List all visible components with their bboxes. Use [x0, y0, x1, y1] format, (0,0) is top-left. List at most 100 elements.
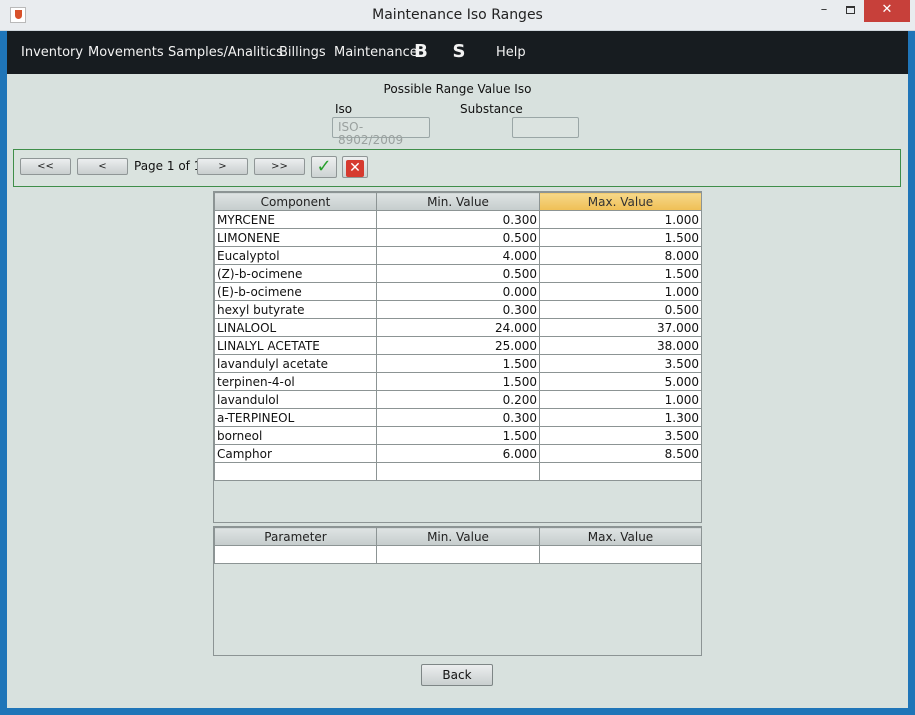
table-row[interactable]: hexyl butyrate 0.300 0.500 — [214, 300, 702, 319]
menu-inventory[interactable]: Inventory — [21, 45, 83, 60]
column-header-parameter[interactable]: Parameter — [214, 527, 377, 546]
table-row[interactable] — [214, 545, 702, 564]
component-cell[interactable] — [214, 462, 377, 481]
menu-samples-analitics[interactable]: Samples/Analitics — [168, 45, 283, 60]
max-value-cell[interactable]: 38.000 — [539, 336, 702, 355]
min-value-cell[interactable]: 25.000 — [376, 336, 540, 355]
max-value-cell[interactable]: 1.000 — [539, 390, 702, 409]
component-cell[interactable]: Eucalyptol — [214, 246, 377, 265]
component-cell[interactable]: Camphor — [214, 444, 377, 463]
component-cell[interactable]: terpinen-4-ol — [214, 372, 377, 391]
table-row[interactable]: lavandulyl acetate 1.500 3.500 — [214, 354, 702, 373]
table-row[interactable]: borneol 1.500 3.500 — [214, 426, 702, 445]
min-value-cell[interactable]: 0.300 — [376, 408, 540, 427]
substance-field[interactable] — [512, 117, 579, 138]
min-value-cell[interactable]: 0.500 — [376, 228, 540, 247]
component-cell[interactable]: lavandulyl acetate — [214, 354, 377, 373]
table-row[interactable]: Eucalyptol 4.000 8.000 — [214, 246, 702, 265]
s-logo-icon[interactable]: S — [451, 41, 467, 63]
last-page-button[interactable]: >> — [254, 158, 305, 175]
max-value-cell[interactable]: 0.500 — [539, 300, 702, 319]
maximize-icon — [846, 6, 855, 14]
table-row[interactable]: lavandulol 0.200 1.000 — [214, 390, 702, 409]
min-value-cell[interactable]: 0.300 — [376, 210, 540, 229]
table-row[interactable]: LIMONENE 0.500 1.500 — [214, 228, 702, 247]
menu-movements[interactable]: Movements — [88, 45, 164, 60]
page-indicator: Page 1 of 1 — [134, 159, 202, 173]
next-page-button[interactable]: > — [197, 158, 248, 175]
table-row[interactable]: (Z)-b-ocimene 0.500 1.500 — [214, 264, 702, 283]
maximize-button[interactable] — [837, 0, 864, 22]
component-cell[interactable]: borneol — [214, 426, 377, 445]
column-header-component[interactable]: Component — [214, 192, 377, 211]
minimize-button[interactable]: – — [811, 0, 837, 22]
min-value-cell[interactable]: 1.500 — [376, 372, 540, 391]
max-value-cell[interactable] — [539, 545, 702, 564]
min-value-cell[interactable]: 24.000 — [376, 318, 540, 337]
column-header-max-value[interactable]: Max. Value — [539, 527, 702, 546]
component-cell[interactable]: a-TERPINEOL — [214, 408, 377, 427]
b-logo-icon[interactable]: B — [413, 41, 429, 63]
min-value-cell[interactable]: 1.500 — [376, 426, 540, 445]
iso-field[interactable]: ISO-8902/2009 — [332, 117, 430, 147]
column-header-min-value[interactable]: Min. Value — [376, 192, 540, 211]
components-table: Component Min. Value Max. Value MYRCENE 0… — [213, 191, 702, 523]
component-cell[interactable]: lavandulol — [214, 390, 377, 409]
min-value-cell[interactable]: 0.500 — [376, 264, 540, 283]
max-value-cell[interactable]: 3.500 — [539, 426, 702, 445]
menu-billings[interactable]: Billings — [279, 45, 326, 60]
checkmark-icon: ✓ — [316, 156, 332, 177]
table-row[interactable]: Camphor 6.000 8.500 — [214, 444, 702, 463]
back-button[interactable]: Back — [421, 664, 493, 686]
max-value-cell[interactable]: 1.000 — [539, 210, 702, 229]
table-row[interactable] — [214, 462, 702, 481]
component-cell[interactable]: (E)-b-ocimene — [214, 282, 377, 301]
column-header-max-value[interactable]: Max. Value — [539, 192, 702, 211]
max-value-cell[interactable]: 1.000 — [539, 282, 702, 301]
max-value-cell[interactable]: 3.500 — [539, 354, 702, 373]
component-cell[interactable]: hexyl butyrate — [214, 300, 377, 319]
table-row[interactable]: LINALYL ACETATE 25.000 38.000 — [214, 336, 702, 355]
max-value-cell[interactable]: 1.500 — [539, 264, 702, 283]
max-value-cell[interactable]: 37.000 — [539, 318, 702, 337]
min-value-cell[interactable]: 6.000 — [376, 444, 540, 463]
table-row[interactable]: LINALOOL 24.000 37.000 — [214, 318, 702, 337]
max-value-cell[interactable]: 1.300 — [539, 408, 702, 427]
max-value-cell[interactable]: 8.500 — [539, 444, 702, 463]
parameters-table: Parameter Min. Value Max. Value — [213, 526, 702, 656]
component-cell[interactable]: (Z)-b-ocimene — [214, 264, 377, 283]
window-title-bar: Maintenance Iso Ranges – ✕ — [0, 0, 915, 31]
table-row[interactable]: terpinen-4-ol 1.500 5.000 — [214, 372, 702, 391]
confirm-button[interactable]: ✓ — [311, 156, 337, 178]
prev-page-button[interactable]: < — [77, 158, 128, 175]
cancel-button[interactable]: ✕ — [342, 156, 368, 178]
close-button[interactable]: ✕ — [864, 0, 910, 22]
component-cell[interactable]: LINALOOL — [214, 318, 377, 337]
table-row[interactable]: MYRCENE 0.300 1.000 — [214, 210, 702, 229]
component-cell[interactable]: LIMONENE — [214, 228, 377, 247]
max-value-cell[interactable] — [539, 462, 702, 481]
component-cell[interactable]: MYRCENE — [214, 210, 377, 229]
menu-maintenance[interactable]: Maintenance — [334, 45, 418, 60]
substance-label: Substance — [460, 102, 523, 116]
content-panel: Possible Range Value Iso Iso Substance I… — [7, 74, 908, 708]
pagination-toolbar: << < Page 1 of 1 > >> ✓ ✕ — [13, 149, 901, 187]
min-value-cell[interactable]: 1.500 — [376, 354, 540, 373]
max-value-cell[interactable]: 5.000 — [539, 372, 702, 391]
parameter-cell[interactable] — [214, 545, 377, 564]
min-value-cell[interactable]: 4.000 — [376, 246, 540, 265]
max-value-cell[interactable]: 8.000 — [539, 246, 702, 265]
table-row[interactable]: (E)-b-ocimene 0.000 1.000 — [214, 282, 702, 301]
min-value-cell[interactable]: 0.300 — [376, 300, 540, 319]
menu-help[interactable]: Help — [496, 45, 526, 60]
min-value-cell[interactable]: 0.200 — [376, 390, 540, 409]
max-value-cell[interactable]: 1.500 — [539, 228, 702, 247]
min-value-cell[interactable]: 0.000 — [376, 282, 540, 301]
min-value-cell[interactable] — [376, 462, 540, 481]
min-value-cell[interactable] — [376, 545, 540, 564]
column-header-min-value[interactable]: Min. Value — [376, 527, 540, 546]
component-cell[interactable]: LINALYL ACETATE — [214, 336, 377, 355]
table-row[interactable]: a-TERPINEOL 0.300 1.300 — [214, 408, 702, 427]
first-page-button[interactable]: << — [20, 158, 71, 175]
window-title: Maintenance Iso Ranges — [372, 7, 543, 23]
